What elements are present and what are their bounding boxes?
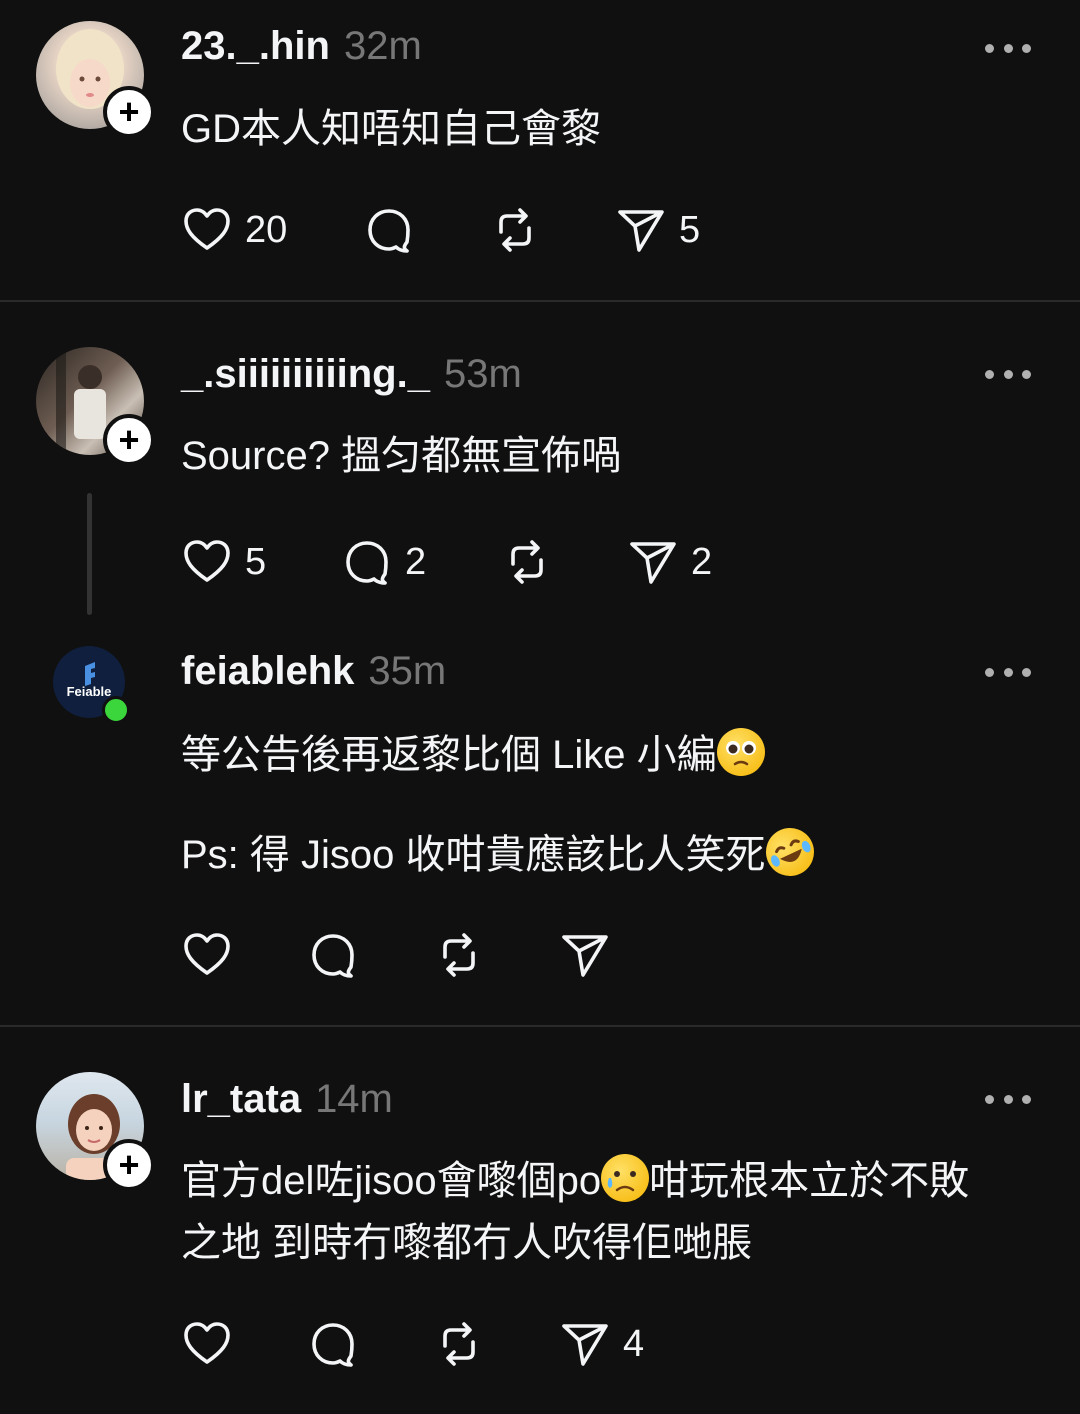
username[interactable]: _.siiiiiiiiiing._ [181,352,430,397]
share-button[interactable] [559,929,611,981]
online-indicator [102,696,130,724]
post-text: GD本人知唔知自己會黎 [181,98,601,160]
more-options-icon[interactable] [985,1093,1031,1105]
repost-icon [443,1322,475,1366]
comment-button[interactable] [307,1318,359,1370]
comment-button[interactable] [307,929,359,981]
post-4: + lr_tata 14m 官方del咗jisoo會嚟個po 咁玩根本立於不敗 … [0,1027,1080,1414]
heart-icon [184,208,230,250]
timestamp: 32m [343,24,422,68]
send-icon [562,935,608,977]
post-header: _.siiiiiiiiiing._ 53m [181,352,522,397]
like-button[interactable] [181,929,233,981]
username[interactable]: 23._.hin [181,24,330,69]
post-3: Feiable feiablehk 35m 等公告後再返黎比個 Like 小編 … [0,622,1080,1026]
username[interactable]: feiablehk [181,649,354,694]
post-text-line: 咁玩根本立於不敗 [649,1159,970,1203]
share-button[interactable]: 5 [615,204,700,256]
timestamp: 53m [443,352,522,396]
post-text-line: Ps: 得 Jisoo 收咁貴應該比人笑死 [181,833,766,877]
like-button[interactable] [181,1318,233,1370]
repost-icon [511,540,543,584]
post-text: 等公告後再返黎比個 Like 小編 [181,724,765,786]
heart-icon [184,1322,230,1364]
share-count: 5 [679,208,701,251]
post-text: Ps: 得 Jisoo 收咁貴應該比人笑死 [181,820,822,886]
post-header: lr_tata 14m [181,1077,393,1122]
post-text: 官方del咗jisoo會嚟個po 咁玩根本立於不敗 [181,1150,969,1212]
send-icon [618,210,664,252]
share-count: 4 [623,1322,645,1365]
repost-button[interactable] [433,1318,485,1370]
repost-button[interactable] [489,204,541,256]
follow-plus-icon[interactable]: + [103,86,155,138]
share-button[interactable]: 2 [627,536,712,588]
more-options-icon[interactable] [985,666,1031,678]
comment-button[interactable]: 2 [341,536,426,588]
like-count: 5 [245,540,267,583]
like-button[interactable]: 5 [181,536,266,588]
post-text: 之地 到時冇嚟都冇人吹得佢哋脹 [181,1212,752,1274]
heart-icon [184,540,230,582]
comment-icon [312,934,354,978]
comment-icon [368,209,410,253]
post-2: + _.siiiiiiiiiing._ 53m Source? 搵匀都無宣佈喎 … [0,302,1080,622]
username[interactable]: lr_tata [181,1077,301,1122]
comment-icon [312,1323,354,1367]
share-count: 2 [691,540,713,583]
thread-line [87,493,92,615]
timestamp: 35m [368,649,447,693]
repost-icon [499,208,531,252]
comment-icon [346,541,388,585]
post-text-line: 官方del咗jisoo會嚟個po [181,1159,602,1203]
pleading-face-emoji [716,728,765,776]
like-button[interactable]: 20 [181,204,287,256]
like-count: 20 [245,208,288,251]
comment-count: 2 [405,540,427,583]
logo-text: Feiable [67,684,112,699]
follow-plus-icon[interactable]: + [103,1139,155,1191]
post-text-line: Source? 搵匀都無宣佈喎 [181,434,622,478]
more-options-icon[interactable] [985,42,1031,54]
timestamp: 14m [315,1077,393,1121]
more-options-icon[interactable] [985,368,1031,380]
share-button[interactable]: 4 [559,1318,644,1370]
repost-button[interactable] [433,929,485,981]
repost-button[interactable] [501,536,553,588]
rolling-on-floor-laughing-emoji [757,820,822,884]
post-text-line: 之地 到時冇嚟都冇人吹得佢哋脹 [181,1221,753,1265]
comment-button[interactable] [363,204,415,256]
repost-icon [443,933,475,977]
send-icon [562,1324,608,1366]
follow-plus-icon[interactable]: + [103,414,155,466]
post-text-line: GD本人知唔知自己會黎 [181,107,601,151]
sad-but-relieved-face-emoji [601,1154,650,1202]
post-header: 23._.hin 32m [181,24,422,69]
send-icon [630,542,676,584]
post-1: + 23._.hin 32m GD本人知唔知自己會黎 20 5 [0,0,1080,302]
post-text-line: 等公告後再返黎比個 Like 小編 [181,733,717,777]
heart-icon [184,933,230,975]
post-header: feiablehk 35m [181,649,446,694]
post-text: Source? 搵匀都無宣佈喎 [181,425,621,487]
